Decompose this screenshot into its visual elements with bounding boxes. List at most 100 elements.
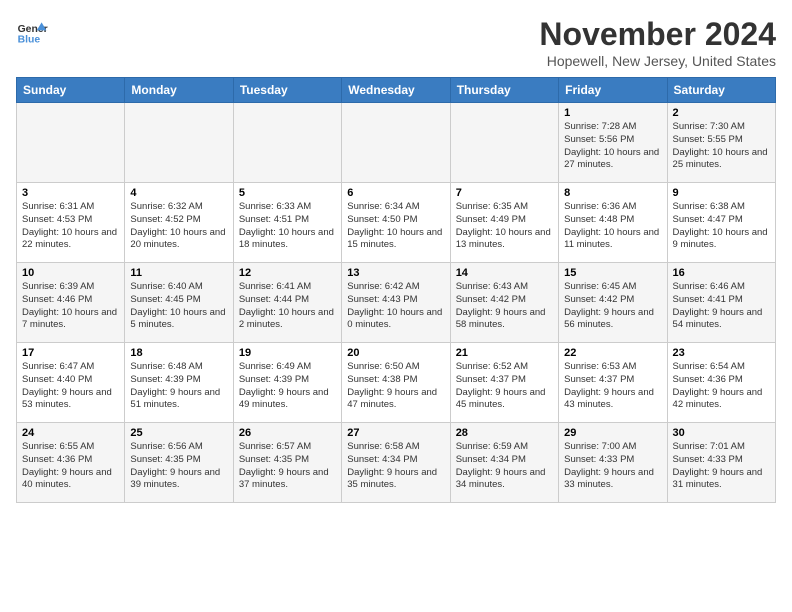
weekday-header-sunday: Sunday — [17, 78, 125, 103]
day-number: 3 — [22, 187, 119, 199]
calendar-cell: 9 Sunrise: 6:38 AM Sunset: 4:47 PM Daylig… — [667, 183, 775, 263]
weekday-header-saturday: Saturday — [667, 78, 775, 103]
day-number: 10 — [22, 267, 119, 279]
calendar-week-1: 1 Sunrise: 7:28 AM Sunset: 5:56 PM Daylig… — [17, 103, 776, 183]
logo: General Blue — [16, 16, 48, 48]
calendar-cell: 10 Sunrise: 6:39 AM Sunset: 4:46 PM Dayli… — [17, 263, 125, 343]
day-info: Sunrise: 6:40 AM Sunset: 4:45 PM Dayligh… — [130, 281, 227, 332]
calendar-cell: 15 Sunrise: 6:45 AM Sunset: 4:42 PM Dayli… — [559, 263, 667, 343]
day-number: 1 — [564, 107, 661, 119]
weekday-header-thursday: Thursday — [450, 78, 558, 103]
calendar-cell: 4 Sunrise: 6:32 AM Sunset: 4:52 PM Daylig… — [125, 183, 233, 263]
calendar-cell — [342, 103, 450, 183]
day-number: 8 — [564, 187, 661, 199]
day-number: 14 — [456, 267, 553, 279]
calendar-cell: 2Sunrise: 7:30 AM Sunset: 5:55 PM Daylig… — [667, 103, 775, 183]
svg-text:Blue: Blue — [18, 34, 41, 45]
weekday-header-friday: Friday — [559, 78, 667, 103]
day-number: 12 — [239, 267, 336, 279]
calendar-cell: 26Sunrise: 6:57 AM Sunset: 4:35 PM Dayli… — [233, 423, 341, 503]
day-info: Sunrise: 7:28 AM Sunset: 5:56 PM Dayligh… — [564, 121, 661, 172]
day-info: Sunrise: 6:47 AM Sunset: 4:40 PM Dayligh… — [22, 361, 119, 412]
day-number: 9 — [673, 187, 770, 199]
day-number: 15 — [564, 267, 661, 279]
day-number: 6 — [347, 187, 444, 199]
day-info: Sunrise: 6:33 AM Sunset: 4:51 PM Dayligh… — [239, 201, 336, 252]
day-number: 24 — [22, 427, 119, 439]
calendar-cell: 30 Sunrise: 7:01 AM Sunset: 4:33 PM Dayli… — [667, 423, 775, 503]
day-number: 19 — [239, 347, 336, 359]
calendar-cell: 24 Sunrise: 6:55 AM Sunset: 4:36 PM Dayli… — [17, 423, 125, 503]
day-info: Sunrise: 6:54 AM Sunset: 4:36 PM Dayligh… — [673, 361, 770, 412]
day-number: 26 — [239, 427, 336, 439]
month-title: November 2024 — [539, 16, 776, 53]
calendar-cell: 5 Sunrise: 6:33 AM Sunset: 4:51 PM Daylig… — [233, 183, 341, 263]
day-info: Sunrise: 6:59 AM Sunset: 4:34 PM Dayligh… — [456, 441, 553, 492]
weekday-header-monday: Monday — [125, 78, 233, 103]
weekday-header-row: SundayMondayTuesdayWednesdayThursdayFrid… — [17, 78, 776, 103]
day-number: 4 — [130, 187, 227, 199]
calendar-cell — [125, 103, 233, 183]
calendar-cell: 16 Sunrise: 6:46 AM Sunset: 4:41 PM Dayli… — [667, 263, 775, 343]
calendar-cell: 17 Sunrise: 6:47 AM Sunset: 4:40 PM Dayli… — [17, 343, 125, 423]
weekday-header-tuesday: Tuesday — [233, 78, 341, 103]
day-info: Sunrise: 6:48 AM Sunset: 4:39 PM Dayligh… — [130, 361, 227, 412]
calendar-cell: 7Sunrise: 6:35 AM Sunset: 4:49 PM Daylig… — [450, 183, 558, 263]
calendar-cell: 28Sunrise: 6:59 AM Sunset: 4:34 PM Dayli… — [450, 423, 558, 503]
title-area: November 2024 Hopewell, New Jersey, Unit… — [539, 16, 776, 69]
calendar-cell: 13Sunrise: 6:42 AM Sunset: 4:43 PM Dayli… — [342, 263, 450, 343]
day-number: 23 — [673, 347, 770, 359]
day-info: Sunrise: 6:55 AM Sunset: 4:36 PM Dayligh… — [22, 441, 119, 492]
calendar-week-2: 3 Sunrise: 6:31 AM Sunset: 4:53 PM Daylig… — [17, 183, 776, 263]
day-info: Sunrise: 6:36 AM Sunset: 4:48 PM Dayligh… — [564, 201, 661, 252]
calendar-cell — [450, 103, 558, 183]
day-number: 30 — [673, 427, 770, 439]
day-info: Sunrise: 7:00 AM Sunset: 4:33 PM Dayligh… — [564, 441, 661, 492]
day-info: Sunrise: 6:52 AM Sunset: 4:37 PM Dayligh… — [456, 361, 553, 412]
day-number: 18 — [130, 347, 227, 359]
day-info: Sunrise: 6:56 AM Sunset: 4:35 PM Dayligh… — [130, 441, 227, 492]
calendar-cell: 18 Sunrise: 6:48 AM Sunset: 4:39 PM Dayli… — [125, 343, 233, 423]
day-info: Sunrise: 6:32 AM Sunset: 4:52 PM Dayligh… — [130, 201, 227, 252]
calendar-cell: 20Sunrise: 6:50 AM Sunset: 4:38 PM Dayli… — [342, 343, 450, 423]
calendar-week-5: 24 Sunrise: 6:55 AM Sunset: 4:36 PM Dayli… — [17, 423, 776, 503]
day-number: 13 — [347, 267, 444, 279]
day-info: Sunrise: 6:45 AM Sunset: 4:42 PM Dayligh… — [564, 281, 661, 332]
day-info: Sunrise: 6:31 AM Sunset: 4:53 PM Dayligh… — [22, 201, 119, 252]
day-info: Sunrise: 6:41 AM Sunset: 4:44 PM Dayligh… — [239, 281, 336, 332]
day-info: Sunrise: 6:39 AM Sunset: 4:46 PM Dayligh… — [22, 281, 119, 332]
calendar-table: SundayMondayTuesdayWednesdayThursdayFrid… — [16, 77, 776, 503]
calendar-week-3: 10 Sunrise: 6:39 AM Sunset: 4:46 PM Dayli… — [17, 263, 776, 343]
day-number: 27 — [347, 427, 444, 439]
location-label: Hopewell, New Jersey, United States — [539, 53, 776, 69]
day-number: 7 — [456, 187, 553, 199]
calendar-week-4: 17 Sunrise: 6:47 AM Sunset: 4:40 PM Dayli… — [17, 343, 776, 423]
calendar-cell: 21Sunrise: 6:52 AM Sunset: 4:37 PM Dayli… — [450, 343, 558, 423]
day-number: 16 — [673, 267, 770, 279]
calendar-cell — [233, 103, 341, 183]
calendar-cell: 22 Sunrise: 6:53 AM Sunset: 4:37 PM Dayli… — [559, 343, 667, 423]
day-info: Sunrise: 6:43 AM Sunset: 4:42 PM Dayligh… — [456, 281, 553, 332]
day-number: 20 — [347, 347, 444, 359]
day-info: Sunrise: 6:58 AM Sunset: 4:34 PM Dayligh… — [347, 441, 444, 492]
calendar-cell: 25 Sunrise: 6:56 AM Sunset: 4:35 PM Dayli… — [125, 423, 233, 503]
day-number: 11 — [130, 267, 227, 279]
day-info: Sunrise: 6:34 AM Sunset: 4:50 PM Dayligh… — [347, 201, 444, 252]
day-number: 5 — [239, 187, 336, 199]
day-info: Sunrise: 6:46 AM Sunset: 4:41 PM Dayligh… — [673, 281, 770, 332]
calendar-cell: 14 Sunrise: 6:43 AM Sunset: 4:42 PM Dayli… — [450, 263, 558, 343]
calendar-cell: 29 Sunrise: 7:00 AM Sunset: 4:33 PM Dayli… — [559, 423, 667, 503]
page-header: General Blue November 2024 Hopewell, New… — [16, 16, 776, 69]
calendar-cell: 1 Sunrise: 7:28 AM Sunset: 5:56 PM Daylig… — [559, 103, 667, 183]
calendar-cell: 23 Sunrise: 6:54 AM Sunset: 4:36 PM Dayli… — [667, 343, 775, 423]
day-info: Sunrise: 7:01 AM Sunset: 4:33 PM Dayligh… — [673, 441, 770, 492]
day-info: Sunrise: 7:30 AM Sunset: 5:55 PM Dayligh… — [673, 121, 770, 172]
day-number: 17 — [22, 347, 119, 359]
day-number: 29 — [564, 427, 661, 439]
day-info: Sunrise: 6:38 AM Sunset: 4:47 PM Dayligh… — [673, 201, 770, 252]
day-number: 25 — [130, 427, 227, 439]
day-number: 22 — [564, 347, 661, 359]
calendar-cell: 19 Sunrise: 6:49 AM Sunset: 4:39 PM Dayli… — [233, 343, 341, 423]
day-info: Sunrise: 6:49 AM Sunset: 4:39 PM Dayligh… — [239, 361, 336, 412]
day-info: Sunrise: 6:53 AM Sunset: 4:37 PM Dayligh… — [564, 361, 661, 412]
